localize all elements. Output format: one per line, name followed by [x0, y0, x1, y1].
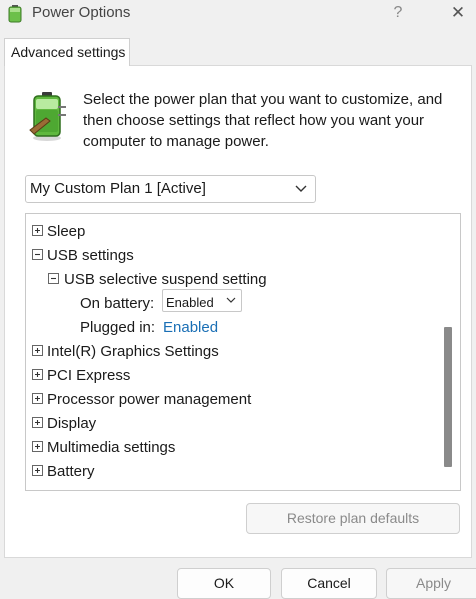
on-battery-dropdown[interactable]: Enabled — [162, 289, 242, 312]
close-button[interactable]: ✕ — [440, 0, 476, 26]
expand-plus-icon[interactable] — [32, 345, 43, 356]
scrollbar-thumb[interactable] — [444, 327, 452, 467]
tree-item-label: Sleep — [47, 223, 86, 240]
help-button[interactable]: ? — [384, 0, 412, 26]
cancel-button[interactable]: Cancel — [281, 568, 377, 599]
tree-item-label: Battery — [47, 463, 95, 480]
tab-advanced-settings[interactable]: Advanced settings — [4, 38, 130, 66]
power-plan-value: My Custom Plan 1 [Active] — [30, 180, 206, 197]
on-battery-value: Enabled — [166, 295, 214, 310]
ok-button[interactable]: OK — [177, 568, 271, 599]
chevron-down-icon — [295, 185, 307, 192]
power-plan-dropdown[interactable]: My Custom Plan 1 [Active] — [25, 175, 316, 203]
tree-item-label: USB selective suspend setting — [64, 271, 267, 288]
tree-item-label: Processor power management — [47, 391, 252, 408]
tree-item-label: Intel(R) Graphics Settings — [47, 343, 219, 360]
tree-item-label: Multimedia settings — [47, 439, 176, 456]
restore-plan-defaults-button[interactable]: Restore plan defaults — [246, 503, 460, 534]
title-bar: Power Options ? ✕ — [0, 0, 476, 30]
chevron-down-icon — [226, 297, 236, 303]
expand-plus-icon[interactable] — [32, 393, 43, 404]
window-title: Power Options — [32, 4, 131, 21]
tree-item-plugged-in: Plugged in: Enabled — [80, 315, 280, 339]
tree-item-on-battery: On battery: Enabled — [80, 289, 320, 315]
scrollbar[interactable] — [437, 214, 460, 490]
description-text: Select the power plan that you want to c… — [83, 91, 443, 150]
expand-plus-icon[interactable] — [32, 369, 43, 380]
collapse-minus-icon[interactable] — [48, 273, 59, 284]
plugged-in-value-link[interactable]: Enabled — [163, 317, 218, 339]
on-battery-label: On battery: — [80, 295, 155, 312]
power-battery-icon — [29, 92, 66, 141]
apply-button[interactable]: Apply — [386, 568, 476, 599]
expand-plus-icon[interactable] — [32, 441, 43, 452]
expand-plus-icon[interactable] — [32, 465, 43, 476]
collapse-minus-icon[interactable] — [32, 249, 43, 260]
tree-item-label: Display — [47, 415, 97, 432]
expand-plus-icon[interactable] — [32, 225, 43, 236]
power-battery-icon — [8, 5, 22, 23]
settings-tree[interactable]: Sleep USB settings USB selective suspend… — [25, 213, 461, 491]
tree-item-label: USB settings — [47, 247, 134, 264]
expand-plus-icon[interactable] — [32, 417, 43, 428]
plugged-in-label: Plugged in: — [80, 319, 156, 336]
tree-item-label: PCI Express — [47, 367, 131, 384]
